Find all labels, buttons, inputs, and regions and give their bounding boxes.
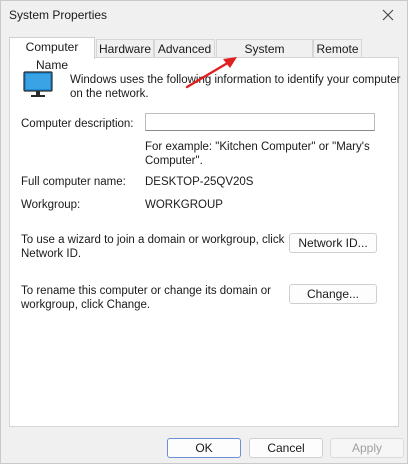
window-title: System Properties [9, 8, 108, 22]
close-button[interactable] [375, 3, 401, 27]
red-arrow-annotation [185, 57, 237, 89]
rename-text-line-2: workgroup, click Change. [21, 299, 151, 311]
network-id-text-line-2: Network ID. [21, 248, 82, 260]
full-computer-name-value: DESKTOP-25QV20S [145, 176, 254, 188]
close-icon [382, 9, 394, 21]
title-bar: System Properties [1, 1, 407, 31]
tab-remote[interactable]: Remote [313, 39, 362, 58]
workgroup-value: WORKGROUP [145, 199, 223, 211]
ok-button[interactable]: OK [167, 438, 241, 458]
computer-description-label: Computer description: [21, 118, 134, 130]
workgroup-label: Workgroup: [21, 199, 81, 211]
intro-line-2: on the network. [70, 88, 149, 100]
network-id-button[interactable]: Network ID... [289, 233, 377, 253]
tab-label: Hardware [98, 42, 152, 56]
description-hint-line-1: For example: "Kitchen Computer" or "Mary… [145, 141, 370, 153]
system-properties-window: System Properties Computer Name Hardware… [0, 0, 408, 464]
change-button[interactable]: Change... [289, 284, 377, 304]
tab-computer-name[interactable]: Computer Name [9, 37, 95, 72]
computer-monitor-icon [23, 71, 53, 97]
tab-hardware[interactable]: Hardware [96, 39, 154, 58]
network-id-text-line-1: To use a wizard to join a domain or work… [21, 234, 285, 246]
apply-button[interactable]: Apply [330, 438, 404, 458]
tab-label: Remote [316, 42, 359, 56]
rename-text-line-1: To rename this computer or change its do… [21, 285, 271, 297]
cancel-button[interactable]: Cancel [249, 438, 323, 458]
description-hint-line-2: Computer". [145, 155, 203, 167]
computer-description-input[interactable] [145, 113, 375, 131]
full-computer-name-label: Full computer name: [21, 176, 126, 188]
